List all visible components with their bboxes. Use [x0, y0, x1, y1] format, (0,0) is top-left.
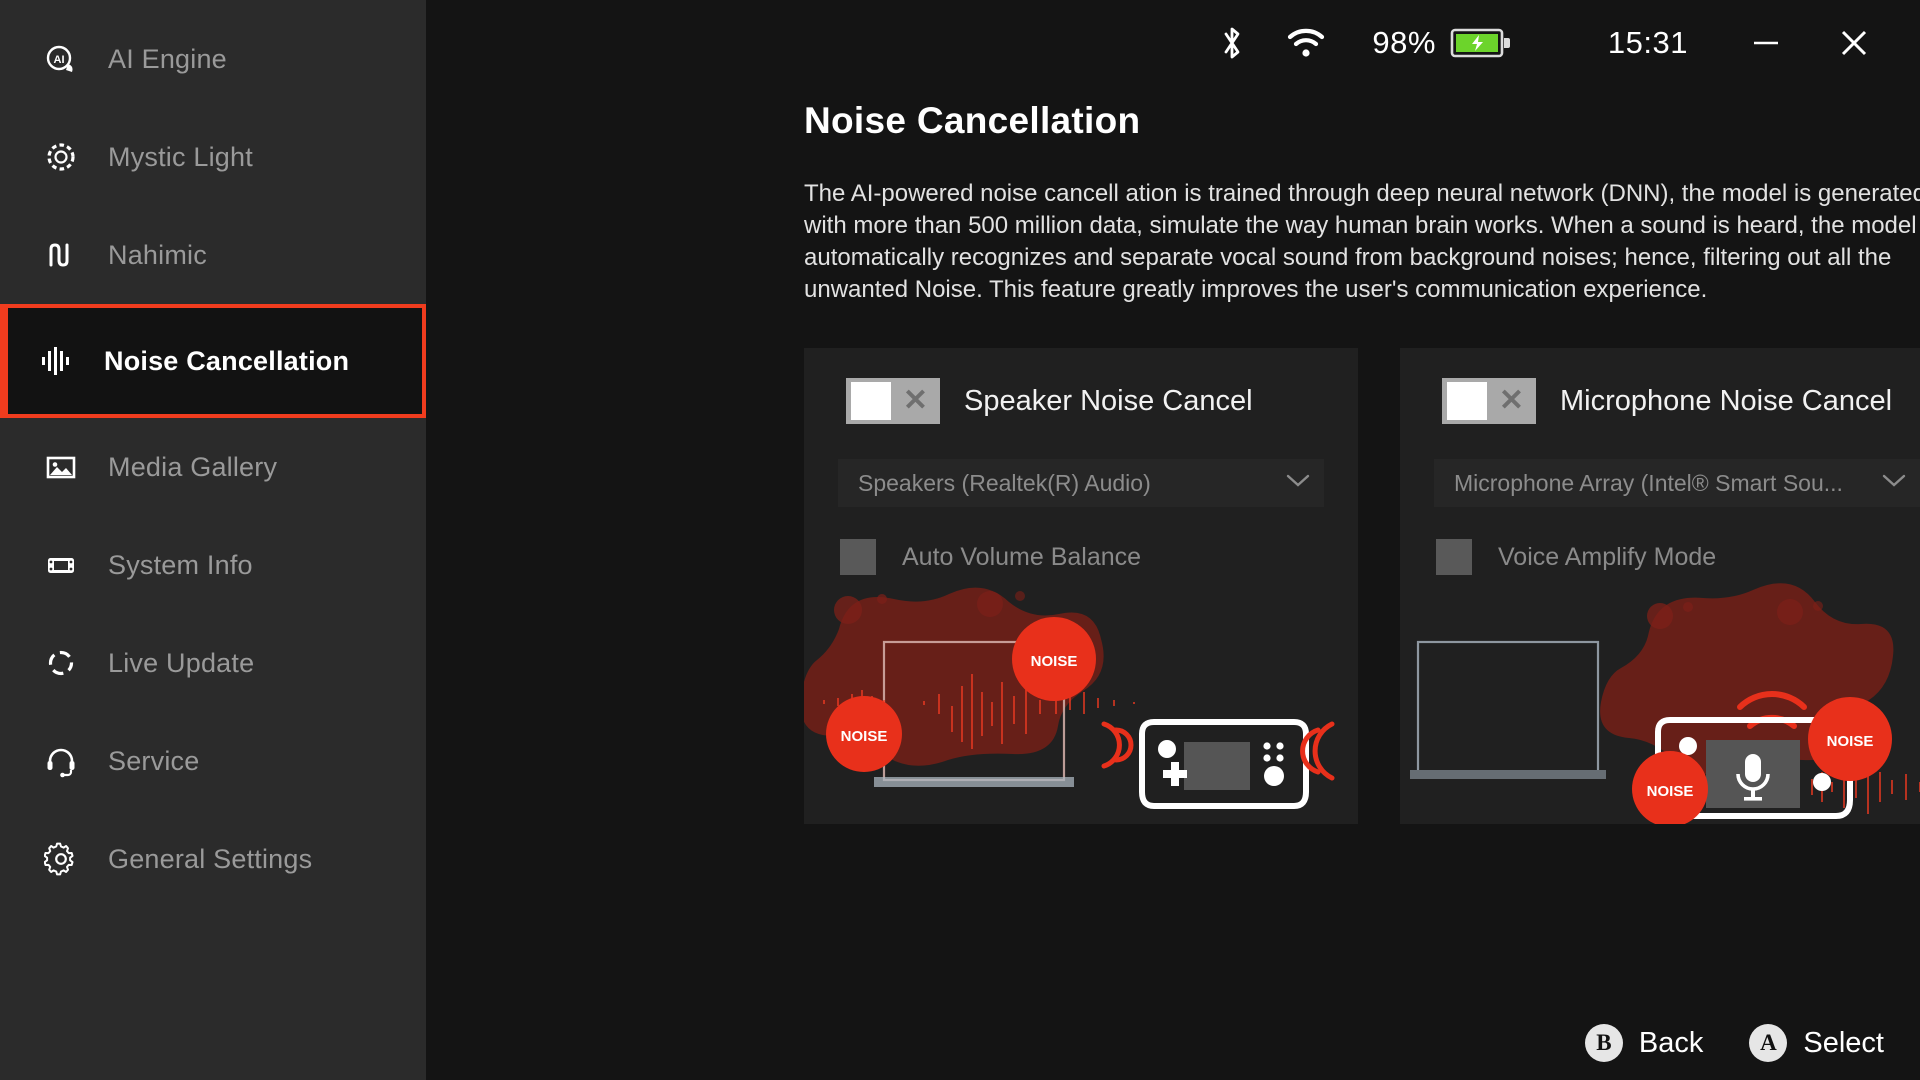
- sidebar-item-label: Nahimic: [108, 239, 207, 270]
- noise-label: NOISE: [1647, 783, 1694, 800]
- toggle-knob: [851, 382, 891, 420]
- toggle-knob: [1447, 382, 1487, 420]
- microphone-noise-illustration: NOISE NOISE: [1410, 583, 1920, 824]
- sidebar-item-media-gallery[interactable]: Media Gallery: [0, 418, 426, 516]
- handheld-device-icon: [38, 542, 84, 588]
- sidebar-item-ai-engine[interactable]: AI AI Engine: [0, 10, 426, 108]
- back-hint[interactable]: B Back: [1584, 1024, 1704, 1062]
- microphone-noise-cancel-toggle[interactable]: ✕: [1442, 378, 1536, 424]
- headset-icon: [38, 738, 84, 784]
- select-hint[interactable]: A Select: [1749, 1024, 1884, 1062]
- nahimic-icon: [38, 232, 84, 278]
- voice-amplify-mode-checkbox[interactable]: [1436, 539, 1472, 575]
- gear-icon: [38, 836, 84, 882]
- sidebar-item-label: Live Update: [108, 647, 255, 678]
- noise-label: NOISE: [841, 728, 888, 745]
- sidebar-item-label: Mystic Light: [108, 141, 253, 172]
- auto-volume-balance-row[interactable]: Auto Volume Balance: [840, 539, 1358, 575]
- ai-engine-icon: AI: [38, 36, 84, 82]
- clock: 15:31: [1607, 25, 1688, 60]
- microphone-device-dropdown[interactable]: Microphone Array (Intel® Smart Sou...: [1434, 459, 1920, 507]
- status-bar: 98% 15:31: [426, 0, 1920, 86]
- select-label: Select: [1803, 1026, 1884, 1059]
- sidebar-item-label: System Info: [108, 549, 253, 580]
- speaker-noise-illustration: NOISE NOISE: [804, 587, 1335, 809]
- toggle-off-mark: ✕: [902, 384, 928, 417]
- chevron-down-icon: [1882, 474, 1906, 493]
- panel-title: Speaker Noise Cancel: [964, 384, 1253, 417]
- bluetooth-icon[interactable]: [1218, 23, 1246, 63]
- battery-percent: 98%: [1372, 25, 1436, 60]
- main-content: 98% 15:31 Noise Cancellation The AI-powe…: [426, 0, 1920, 1080]
- sidebar-item-live-update[interactable]: Live Update: [0, 614, 426, 712]
- voice-amplify-mode-row[interactable]: Voice Amplify Mode: [1436, 539, 1920, 575]
- voice-amplify-mode-label: Voice Amplify Mode: [1498, 542, 1717, 571]
- wifi-icon[interactable]: [1286, 27, 1326, 59]
- microphone-noise-cancel-panel: ✕ Microphone Noise Cancel Microphone Arr…: [1400, 348, 1920, 824]
- battery-indicator: 98%: [1372, 25, 1512, 61]
- close-button[interactable]: [1822, 11, 1886, 75]
- chevron-down-icon: [1286, 474, 1310, 493]
- sidebar-item-noise-cancellation[interactable]: Noise Cancellation: [0, 304, 426, 418]
- app-window: AI AI Engine Mystic Light Nahimic Noise …: [0, 0, 1920, 1080]
- speaker-noise-cancel-toggle[interactable]: ✕: [846, 378, 940, 424]
- sound-wave-icon: [34, 338, 80, 384]
- speaker-noise-cancel-panel: ✕ Speaker Noise Cancel Speakers (Realtek…: [804, 348, 1358, 824]
- panel-header: ✕ Speaker Noise Cancel: [804, 348, 1358, 424]
- dropdown-value: Speakers (Realtek(R) Audio): [858, 469, 1151, 496]
- page-title: Noise Cancellation: [804, 100, 1141, 141]
- speaker-device-dropdown[interactable]: Speakers (Realtek(R) Audio): [838, 459, 1324, 507]
- sidebar-item-label: Media Gallery: [108, 451, 278, 482]
- auto-volume-balance-checkbox[interactable]: [840, 539, 876, 575]
- sidebar: AI AI Engine Mystic Light Nahimic Noise …: [0, 0, 426, 1080]
- sidebar-item-label: AI Engine: [108, 43, 227, 74]
- minimize-button[interactable]: [1734, 11, 1798, 75]
- button-a-badge: A: [1749, 1024, 1788, 1062]
- svg-text:AI: AI: [54, 54, 65, 66]
- battery-charging-icon: [1450, 26, 1512, 60]
- bottom-hint-bar: B Back A Select: [1539, 1024, 1884, 1062]
- sidebar-item-service[interactable]: Service: [0, 712, 426, 810]
- page-description: The AI-powered noise cancell ation is tr…: [804, 180, 1920, 303]
- auto-volume-balance-label: Auto Volume Balance: [902, 542, 1142, 571]
- panel-container: ✕ Speaker Noise Cancel Speakers (Realtek…: [804, 348, 1920, 824]
- noise-label: NOISE: [1031, 653, 1078, 670]
- sidebar-item-system-info[interactable]: System Info: [0, 516, 426, 614]
- button-b-badge: B: [1584, 1024, 1623, 1062]
- sidebar-item-label: Service: [108, 745, 200, 776]
- sidebar-item-nahimic[interactable]: Nahimic: [0, 206, 426, 304]
- sidebar-item-general-settings[interactable]: General Settings: [0, 810, 426, 908]
- mystic-light-icon: [38, 134, 84, 180]
- toggle-off-mark: ✕: [1498, 384, 1524, 417]
- panel-header: ✕ Microphone Noise Cancel: [1400, 348, 1920, 424]
- dropdown-value: Microphone Array (Intel® Smart Sou...: [1454, 469, 1843, 496]
- sidebar-item-label: Noise Cancellation: [104, 345, 350, 376]
- back-label: Back: [1638, 1026, 1704, 1059]
- sidebar-item-mystic-light[interactable]: Mystic Light: [0, 108, 426, 206]
- noise-label: NOISE: [1827, 733, 1874, 750]
- sidebar-item-label: General Settings: [108, 843, 313, 874]
- image-icon: [38, 444, 84, 490]
- panel-title: Microphone Noise Cancel: [1560, 384, 1893, 417]
- refresh-circle-icon: [38, 640, 84, 686]
